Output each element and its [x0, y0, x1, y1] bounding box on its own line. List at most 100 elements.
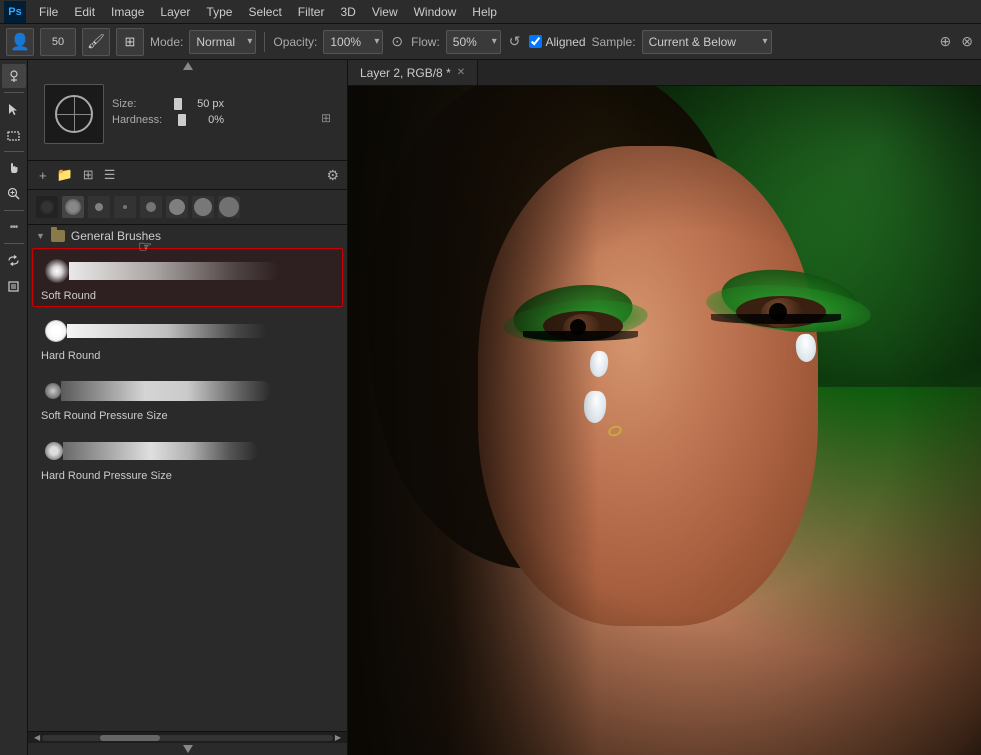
settings-header: Size: 50 px Hardness: [36, 80, 339, 152]
user-icon-btn[interactable]: 👤 [6, 28, 34, 56]
brush-preview [44, 84, 104, 144]
canvas-tabs: Layer 2, RGB/8 * ✕ [348, 60, 981, 86]
menu-3d[interactable]: 3D [333, 3, 362, 21]
brush-settings-gear[interactable]: ⚙ [326, 167, 339, 184]
flow-label: Flow: [411, 35, 440, 49]
hrp-dot [45, 442, 63, 460]
opacity-dropdown[interactable]: 100% [323, 30, 383, 54]
tool-square[interactable] [2, 274, 26, 298]
brush-soft-round-preview [41, 253, 334, 289]
tool-rectangle-select[interactable] [2, 123, 26, 147]
opacity-dropdown-wrap: 100% [323, 30, 383, 54]
brush-group-header[interactable]: ▼ General Brushes [28, 225, 347, 247]
brush-preview-row: Size: 50 px Hardness: [44, 84, 224, 144]
end-icons: ⊕ ⊗ [938, 31, 975, 52]
tool-clone-stamp[interactable] [2, 64, 26, 88]
size-slider-thumb[interactable] [174, 98, 182, 110]
hardness-value: 0% [184, 114, 224, 126]
main-area: ••• [0, 60, 981, 755]
pressure-icon[interactable]: ⊗ [959, 31, 975, 52]
brush-settings-expand[interactable]: ⊞ [321, 111, 331, 125]
swatch-small-dot[interactable] [88, 196, 110, 218]
group-chevron-icon: ▼ [36, 231, 45, 241]
brush-create-icon[interactable]: + [36, 166, 50, 185]
tool-rotate[interactable] [2, 248, 26, 272]
separator-1 [264, 32, 265, 52]
brush-name-hard-round: Hard Round [41, 350, 334, 362]
panel-resize-handle[interactable] [28, 60, 347, 72]
brush-srp-preview [41, 373, 334, 409]
menu-select[interactable]: Select [241, 3, 288, 21]
swatch-tiny-dot[interactable] [114, 196, 136, 218]
panel-bottom-arrow[interactable] [28, 743, 347, 755]
opacity-label: Opacity: [273, 35, 317, 49]
hardness-label: Hardness: [112, 114, 172, 126]
brush-item-soft-round[interactable]: Soft Round ☞ [32, 248, 343, 307]
tool-hand[interactable] [2, 156, 26, 180]
brush-settings-icon[interactable]: ⊞ [116, 28, 144, 56]
lashes-left [523, 331, 638, 341]
tool-more[interactable]: ••• [2, 215, 26, 239]
scrollbar-track [42, 735, 333, 741]
sample-dropdown[interactable]: Current & Below [642, 30, 772, 54]
brush-list-icon[interactable]: ☰ [101, 165, 119, 185]
airbrush-icon[interactable]: ⊙ [389, 31, 405, 52]
tool-selection[interactable] [2, 97, 26, 121]
brush-swatches [28, 190, 347, 225]
panel-collapse-arrow[interactable] [183, 62, 193, 70]
left-toolbar: ••• [0, 60, 28, 755]
hair-left-shadow [348, 86, 598, 755]
menu-help[interactable]: Help [465, 3, 504, 21]
menu-file[interactable]: File [32, 3, 65, 21]
panel-expand-arrow[interactable] [183, 745, 193, 753]
tool-zoom[interactable] [2, 182, 26, 206]
brush-item-hard-round-pressure[interactable]: Hard Round Pressure Size [32, 428, 343, 487]
toolbar-sep-3 [4, 210, 24, 211]
group-name: General Brushes [71, 229, 161, 243]
menu-image[interactable]: Image [104, 3, 151, 21]
menu-edit[interactable]: Edit [67, 3, 102, 21]
swatch-xlarge-circle[interactable] [192, 196, 214, 218]
canvas-tab-active[interactable]: Layer 2, RGB/8 * ✕ [348, 60, 478, 85]
brush-name-srp: Soft Round Pressure Size [41, 410, 334, 422]
menu-layer[interactable]: Layer [153, 3, 197, 21]
swatch-xxlarge-circle[interactable] [218, 196, 240, 218]
brush-grid-icon[interactable]: ⊞ [80, 165, 97, 185]
swatch-large-circle[interactable] [166, 196, 188, 218]
brush-settings-area: Size: 50 px Hardness: [28, 72, 347, 161]
canvas-tab-close-btn[interactable]: ✕ [457, 67, 465, 78]
mode-dropdown-wrap: Normal [189, 30, 256, 54]
swatch-dark-circle[interactable] [62, 196, 84, 218]
mode-dropdown[interactable]: Normal [189, 30, 256, 54]
flow-dropdown[interactable]: 50% [446, 30, 501, 54]
soft-round-stroke [69, 262, 279, 280]
sample-all-layers-icon[interactable]: ⊕ [938, 31, 954, 52]
hard-round-dot [45, 320, 67, 342]
app-logo: Ps [4, 1, 26, 23]
menu-bar: Ps File Edit Image Layer Type Select Fil… [0, 0, 981, 24]
size-value: 50 px [184, 98, 224, 110]
menu-filter[interactable]: Filter [291, 3, 332, 21]
brush-folder-icon[interactable]: 📁 [54, 165, 76, 185]
soft-round-dot [45, 259, 69, 283]
swatch-black[interactable] [36, 196, 58, 218]
sample-dropdown-wrap: Current & Below [642, 30, 772, 54]
brush-item-soft-round-pressure[interactable]: Soft Round Pressure Size [32, 368, 343, 427]
hardness-slider-thumb[interactable] [178, 114, 186, 126]
scrollbar-thumb[interactable] [100, 735, 160, 741]
folder-icon [51, 230, 65, 242]
menu-view[interactable]: View [365, 3, 405, 21]
scroll-right-arrow[interactable]: ▶ [333, 733, 343, 742]
brush-preset-icon[interactable]: 🖌 [82, 28, 110, 56]
options-bar: 👤 50 🖌 ⊞ Mode: Normal Opacity: 100% ⊙ Fl… [0, 24, 981, 60]
brush-size-display[interactable]: 50 [40, 28, 76, 56]
canvas-viewport[interactable] [348, 86, 981, 755]
brush-item-hard-round[interactable]: Hard Round [32, 308, 343, 367]
hard-round-stroke [67, 324, 267, 338]
aligned-checkbox[interactable] [529, 35, 542, 48]
scroll-left-arrow[interactable]: ◀ [32, 733, 42, 742]
swatch-medium-circle[interactable] [140, 196, 162, 218]
smoothing-icon[interactable]: ↺ [507, 31, 523, 52]
menu-window[interactable]: Window [407, 3, 464, 21]
menu-type[interactable]: Type [199, 3, 239, 21]
